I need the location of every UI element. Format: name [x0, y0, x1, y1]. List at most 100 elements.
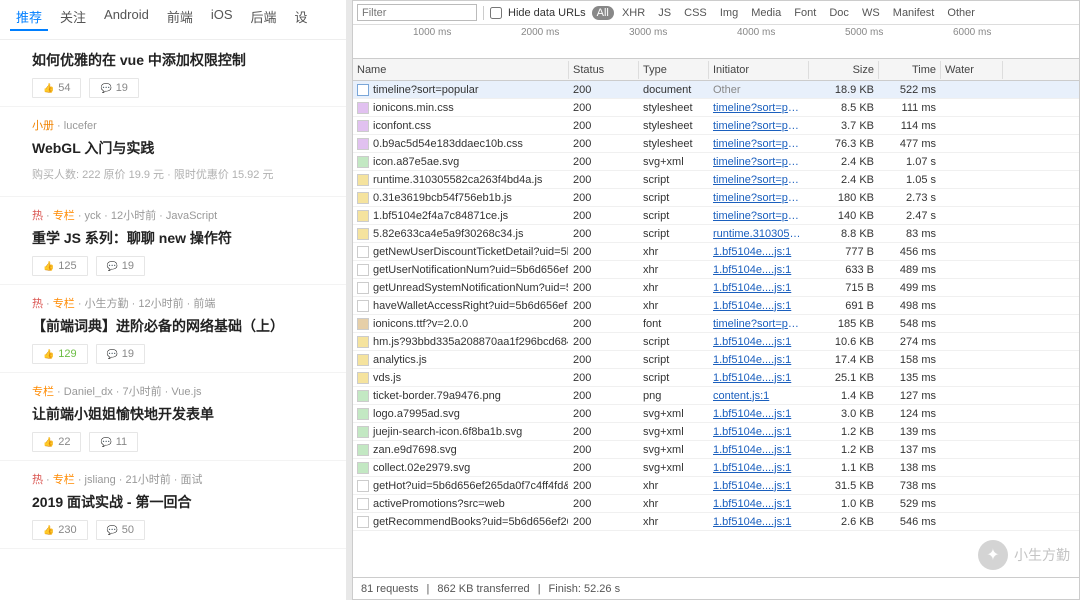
network-row[interactable]: 0.b9ac5d54e183ddaec10b.css200stylesheett…	[353, 135, 1079, 153]
initiator-link[interactable]: 1.bf5104e....js:1	[709, 407, 809, 421]
comment-button[interactable]: 11	[89, 432, 138, 452]
initiator-link[interactable]: 1.bf5104e....js:1	[709, 353, 809, 367]
initiator-link[interactable]: 1.bf5104e....js:1	[709, 461, 809, 475]
like-button[interactable]: 22	[32, 432, 81, 452]
network-row[interactable]: hm.js?93bbd335a208870aa1f296bcd6842e5e20…	[353, 333, 1079, 351]
post-item[interactable]: 热 · 专栏 · 小生方勤 · 12小时前 · 前端【前端词典】进阶必备的网络基…	[0, 285, 346, 373]
initiator-link[interactable]: timeline?sort=popular	[709, 119, 809, 133]
initiator-link[interactable]: 1.bf5104e....js:1	[709, 425, 809, 439]
filter-pill-other[interactable]: Other	[942, 6, 980, 20]
initiator-link[interactable]: 1.bf5104e....js:1	[709, 245, 809, 259]
column-header-status[interactable]: Status	[569, 61, 639, 79]
feed-tab-1[interactable]: 关注	[54, 4, 92, 31]
initiator-link[interactable]: 1.bf5104e....js:1	[709, 443, 809, 457]
like-button[interactable]: 129	[32, 344, 88, 364]
like-button[interactable]: 54	[32, 78, 81, 98]
file-type-icon	[357, 156, 369, 168]
like-button[interactable]: 125	[32, 256, 88, 276]
network-row[interactable]: 1.bf5104e2f4a7c84871ce.js200scripttimeli…	[353, 207, 1079, 225]
column-header-water[interactable]: Water	[941, 61, 1003, 79]
filter-pill-ws[interactable]: WS	[857, 6, 885, 20]
network-row[interactable]: juejin-search-icon.6f8ba1b.svg200svg+xml…	[353, 423, 1079, 441]
filter-pill-manifest[interactable]: Manifest	[888, 6, 940, 20]
post-item[interactable]: 专栏 · Daniel_dx · 7小时前 · Vue.js让前端小姐姐愉快地开…	[0, 373, 346, 461]
network-row[interactable]: ionicons.ttf?v=2.0.0200fonttimeline?sort…	[353, 315, 1079, 333]
initiator-link[interactable]: 1.bf5104e....js:1	[709, 299, 809, 313]
network-row[interactable]: logo.a7995ad.svg200svg+xml1.bf5104e....j…	[353, 405, 1079, 423]
request-name: ionicons.min.css	[373, 102, 454, 114]
network-row[interactable]: timeline?sort=popular200documentOther18.…	[353, 81, 1079, 99]
network-row[interactable]: getRecommendBooks?uid=5b6d656ef265da…200…	[353, 513, 1079, 531]
feed-tab-4[interactable]: iOS	[205, 4, 239, 31]
filter-pill-css[interactable]: CSS	[679, 6, 712, 20]
initiator-link[interactable]: timeline?sort=popular	[709, 209, 809, 223]
feed-tab-2[interactable]: Android	[98, 4, 155, 31]
initiator-link[interactable]: 1.bf5104e....js:1	[709, 263, 809, 277]
initiator-link[interactable]: 1.bf5104e....js:1	[709, 281, 809, 295]
comment-button[interactable]: 19	[96, 256, 145, 276]
like-button[interactable]: 230	[32, 520, 88, 540]
network-row[interactable]: zan.e9d7698.svg200svg+xml1.bf5104e....js…	[353, 441, 1079, 459]
network-row[interactable]: activePromotions?src=web200xhr1.bf5104e.…	[353, 495, 1079, 513]
network-row[interactable]: iconfont.css200stylesheettimeline?sort=p…	[353, 117, 1079, 135]
initiator-link[interactable]: timeline?sort=popular	[709, 173, 809, 187]
initiator-link[interactable]: 1.bf5104e....js:1	[709, 371, 809, 385]
network-row[interactable]: ticket-border.79a9476.png200pngcontent.j…	[353, 387, 1079, 405]
column-header-type[interactable]: Type	[639, 61, 709, 79]
network-row[interactable]: ionicons.min.css200stylesheettimeline?so…	[353, 99, 1079, 117]
column-header-size[interactable]: Size	[809, 61, 879, 79]
feed-tab-5[interactable]: 后端	[245, 4, 283, 31]
comment-button[interactable]: 19	[89, 78, 138, 98]
feed-tab-0[interactable]: 推荐	[10, 4, 48, 31]
network-row[interactable]: haveWalletAccessRight?uid=5b6d656ef265d……	[353, 297, 1079, 315]
network-row[interactable]: 0.31e3619bcb54f756eb1b.js200scripttimeli…	[353, 189, 1079, 207]
network-row[interactable]: vds.js200script1.bf5104e....js:125.1 KB1…	[353, 369, 1079, 387]
status-code: 200	[569, 407, 639, 421]
content-type: svg+xml	[639, 443, 709, 457]
post-item[interactable]: 热 · 专栏 · yck · 12小时前 · JavaScript重学 JS 系…	[0, 197, 346, 285]
initiator-link[interactable]: 1.bf5104e....js:1	[709, 515, 809, 529]
comment-button[interactable]: 50	[96, 520, 145, 540]
initiator-link[interactable]: timeline?sort=popular	[709, 155, 809, 169]
network-row[interactable]: analytics.js200script1.bf5104e....js:117…	[353, 351, 1079, 369]
post-item[interactable]: 小册 · luceferWebGL 入门与实践购买人数: 222 原价 19.9…	[0, 107, 346, 197]
timeline-ruler[interactable]: 1000 ms2000 ms3000 ms4000 ms5000 ms6000 …	[353, 25, 1079, 59]
feed-tab-6[interactable]: 设	[289, 4, 314, 31]
network-row[interactable]: collect.02e2979.svg200svg+xml1.bf5104e..…	[353, 459, 1079, 477]
network-row[interactable]: getNewUserDiscountTicketDetail?uid=5b6d……	[353, 243, 1079, 261]
network-row[interactable]: icon.a87e5ae.svg200svg+xmltimeline?sort=…	[353, 153, 1079, 171]
initiator-link[interactable]: runtime.3103055....js:1	[709, 227, 809, 241]
initiator-link[interactable]: timeline?sort=popular	[709, 137, 809, 151]
initiator-link[interactable]: 1.bf5104e....js:1	[709, 479, 809, 493]
initiator-link[interactable]: timeline?sort=popular	[709, 191, 809, 205]
column-header-name[interactable]: Name	[353, 61, 569, 79]
comment-button[interactable]: 19	[96, 344, 145, 364]
network-row[interactable]: runtime.310305582ca263f4bd4a.js200script…	[353, 171, 1079, 189]
initiator-link[interactable]: 1.bf5104e....js:1	[709, 335, 809, 349]
initiator-link[interactable]: content.js:1	[709, 389, 809, 403]
filter-pill-xhr[interactable]: XHR	[617, 6, 650, 20]
initiator-link[interactable]: timeline?sort=popular	[709, 317, 809, 331]
initiator-link[interactable]: Other	[709, 83, 809, 97]
network-row[interactable]: getUnreadSystemNotificationNum?uid=5b6…2…	[353, 279, 1079, 297]
filter-pill-js[interactable]: JS	[653, 6, 676, 20]
initiator-link[interactable]: timeline?sort=popular	[709, 101, 809, 115]
filter-pill-doc[interactable]: Doc	[824, 6, 854, 20]
filter-pill-img[interactable]: Img	[715, 6, 743, 20]
finish-time: Finish: 52.26 s	[549, 583, 621, 595]
initiator-link[interactable]: 1.bf5104e....js:1	[709, 497, 809, 511]
hide-data-urls-checkbox[interactable]	[490, 7, 502, 19]
filter-pill-font[interactable]: Font	[789, 6, 821, 20]
filter-input[interactable]	[357, 4, 477, 21]
network-row[interactable]: getHot?uid=5b6d656ef265da0f7c4ff4fd&clie…	[353, 477, 1079, 495]
network-row[interactable]: 5.82e633ca4e5a9f30268c34.js200scriptrunt…	[353, 225, 1079, 243]
feed-tab-3[interactable]: 前端	[161, 4, 199, 31]
column-header-initiator[interactable]: Initiator	[709, 61, 809, 79]
column-header-time[interactable]: Time	[879, 61, 941, 79]
post-item[interactable]: 热 · 专栏 · jsliang · 21小时前 · 面试2019 面试实战 -…	[0, 461, 346, 549]
network-row[interactable]: getUserNotificationNum?uid=5b6d656ef265……	[353, 261, 1079, 279]
filter-pill-all[interactable]: All	[592, 6, 614, 20]
filter-pill-media[interactable]: Media	[746, 6, 786, 20]
feed-panel: 推荐关注Android前端iOS后端设 如何优雅的在 vue 中添加权限控制 5…	[0, 0, 352, 600]
post-item[interactable]: 如何优雅的在 vue 中添加权限控制 54 19	[0, 40, 346, 107]
